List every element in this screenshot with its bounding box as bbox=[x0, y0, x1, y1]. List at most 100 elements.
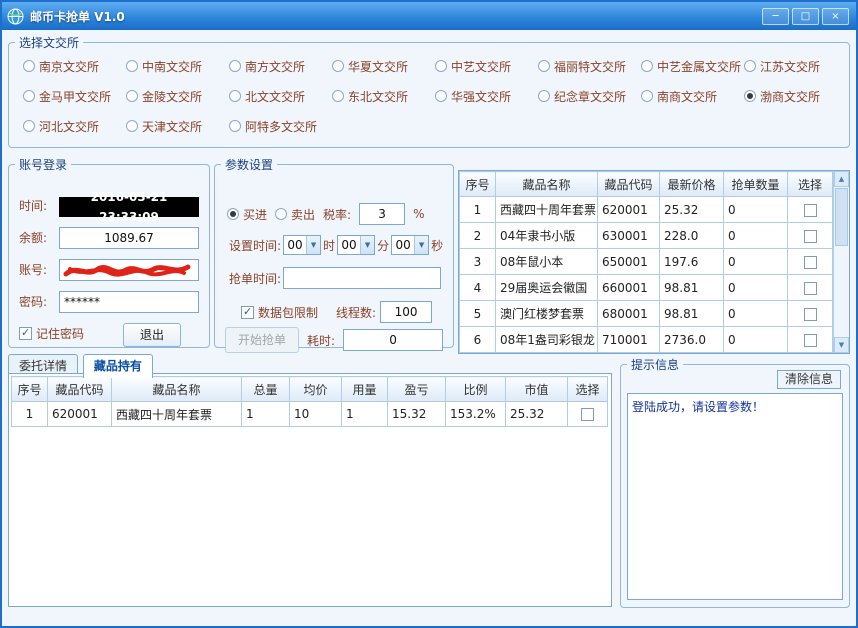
select-checkbox[interactable] bbox=[804, 256, 817, 269]
exchange-option-18[interactable]: 天津文交所 bbox=[126, 111, 229, 141]
product-row[interactable]: 608年1盎司彩银龙7100012736.00 bbox=[460, 327, 833, 353]
exchange-option-8[interactable]: 江苏文交所 bbox=[744, 51, 847, 81]
col-seq[interactable]: 序号 bbox=[460, 172, 496, 197]
product-row[interactable]: 5澳门红楼梦套票68000198.810 bbox=[460, 301, 833, 327]
title-bar[interactable]: 邮币卡抢单 V1.0 ─ □ × bbox=[2, 2, 856, 30]
dropdown-arrow-icon bbox=[360, 236, 374, 254]
scroll-thumb[interactable] bbox=[835, 188, 848, 246]
cell: 660001 bbox=[598, 275, 660, 301]
second-select[interactable]: 00 bbox=[391, 235, 429, 255]
exchange-option-16[interactable]: 渤商文交所 bbox=[744, 81, 847, 111]
buy-label: 买进 bbox=[243, 206, 267, 223]
minimize-button[interactable]: ─ bbox=[762, 8, 789, 25]
col-product-code[interactable]: 藏品代码 bbox=[598, 172, 660, 197]
second-value: 00 bbox=[392, 236, 414, 254]
percent-sign: % bbox=[413, 207, 424, 221]
col-used[interactable]: 用量 bbox=[342, 377, 388, 402]
col-seq[interactable]: 序号 bbox=[12, 377, 48, 402]
sell-radio[interactable]: 卖出 bbox=[275, 199, 315, 229]
buy-radio[interactable]: 买进 bbox=[227, 199, 267, 229]
exchange-option-13[interactable]: 华强文交所 bbox=[435, 81, 538, 111]
account-field[interactable] bbox=[59, 259, 199, 281]
exchange-option-1[interactable]: 南京文交所 bbox=[23, 51, 126, 81]
exchange-option-label: 阿特多文交所 bbox=[245, 118, 317, 135]
col-code[interactable]: 藏品代码 bbox=[48, 377, 112, 402]
clear-info-button[interactable]: 清除信息 bbox=[777, 370, 841, 389]
cell bbox=[788, 327, 833, 353]
exchange-option-3[interactable]: 南方文交所 bbox=[229, 51, 332, 81]
col-total[interactable]: 总量 bbox=[242, 377, 290, 402]
exchange-option-6[interactable]: 福丽特文交所 bbox=[538, 51, 641, 81]
password-field[interactable]: ****** bbox=[59, 291, 199, 313]
params-group-title: 参数设置 bbox=[221, 156, 277, 173]
threads-field[interactable]: 100 bbox=[380, 301, 432, 323]
col-select[interactable]: 选择 bbox=[568, 377, 608, 402]
exchange-option-10[interactable]: 金陵文交所 bbox=[126, 81, 229, 111]
remember-password-checkbox[interactable]: 记住密码 bbox=[19, 325, 84, 342]
product-row[interactable]: 204年隶书小版630001228.00 bbox=[460, 223, 833, 249]
maximize-button[interactable]: □ bbox=[792, 8, 819, 25]
product-row[interactable]: 308年鼠小本650001197.60 bbox=[460, 249, 833, 275]
info-group-title: 提示信息 bbox=[627, 356, 683, 373]
cell: 620001 bbox=[598, 197, 660, 223]
col-grab-qty[interactable]: 抢单数量 bbox=[724, 172, 788, 197]
exchange-option-19[interactable]: 阿特多文交所 bbox=[229, 111, 332, 141]
products-table: 序号 藏品名称 藏品代码 最新价格 抢单数量 选择 1西藏四十周年套票62000… bbox=[458, 170, 850, 354]
holding-row[interactable]: 1620001西藏四十周年套票110115.32153.2%25.32 bbox=[12, 402, 608, 427]
col-avg-price[interactable]: 均价 bbox=[290, 377, 342, 402]
cell: 153.2% bbox=[446, 402, 506, 427]
exchange-option-14[interactable]: 纪念章文交所 bbox=[538, 81, 641, 111]
grab-time-field[interactable] bbox=[283, 267, 441, 289]
threads-label: 线程数: bbox=[336, 304, 376, 321]
radio-icon bbox=[229, 90, 241, 102]
close-button[interactable]: × bbox=[822, 8, 849, 25]
packet-limit-checkbox[interactable]: 数据包限制 bbox=[241, 304, 318, 321]
col-select[interactable]: 选择 bbox=[788, 172, 833, 197]
cell: 10 bbox=[290, 402, 342, 427]
minute-select[interactable]: 00 bbox=[337, 235, 375, 255]
exit-button[interactable]: 退出 bbox=[123, 323, 181, 347]
start-grab-button[interactable]: 开始抢单 bbox=[225, 327, 299, 353]
elapsed-field[interactable]: 0 bbox=[343, 329, 443, 351]
exchange-option-label: 华强文交所 bbox=[451, 88, 511, 105]
exchange-option-12[interactable]: 东北文交所 bbox=[332, 81, 435, 111]
col-pnl[interactable]: 盈亏 bbox=[388, 377, 446, 402]
select-checkbox[interactable] bbox=[804, 204, 817, 217]
select-checkbox[interactable] bbox=[804, 230, 817, 243]
cell: 0 bbox=[724, 197, 788, 223]
dropdown-arrow-icon bbox=[306, 236, 320, 254]
col-product-name[interactable]: 藏品名称 bbox=[496, 172, 598, 197]
exchange-option-5[interactable]: 中艺文交所 bbox=[435, 51, 538, 81]
tab-holdings[interactable]: 藏品持有 bbox=[83, 354, 153, 378]
select-checkbox[interactable] bbox=[581, 408, 594, 421]
hour-select[interactable]: 00 bbox=[283, 235, 321, 255]
exchange-option-4[interactable]: 华夏文交所 bbox=[332, 51, 435, 81]
col-name[interactable]: 藏品名称 bbox=[112, 377, 242, 402]
exchange-option-15[interactable]: 南商文交所 bbox=[641, 81, 744, 111]
scroll-track[interactable] bbox=[834, 187, 849, 337]
holdings-header-row: 序号 藏品代码 藏品名称 总量 均价 用量 盈亏 比例 市值 选择 bbox=[12, 377, 608, 402]
select-checkbox[interactable] bbox=[804, 334, 817, 347]
tax-rate-field[interactable]: 3 bbox=[359, 203, 405, 225]
exchange-option-label: 河北文交所 bbox=[39, 118, 99, 135]
products-scrollbar[interactable] bbox=[833, 171, 849, 353]
radio-icon bbox=[332, 90, 344, 102]
cell: 0 bbox=[724, 223, 788, 249]
product-row[interactable]: 1西藏四十周年套票62000125.320 bbox=[460, 197, 833, 223]
balance-field[interactable]: 1089.67 bbox=[59, 227, 199, 249]
exchange-option-7[interactable]: 中艺金属文交所 bbox=[641, 51, 744, 81]
cell: 澳门红楼梦套票 bbox=[496, 301, 598, 327]
select-checkbox[interactable] bbox=[804, 282, 817, 295]
redaction-scribble bbox=[62, 261, 194, 279]
col-ratio[interactable]: 比例 bbox=[446, 377, 506, 402]
exchange-option-9[interactable]: 金马甲文交所 bbox=[23, 81, 126, 111]
exchange-option-17[interactable]: 河北文交所 bbox=[23, 111, 126, 141]
exchange-option-11[interactable]: 北文文交所 bbox=[229, 81, 332, 111]
scroll-up-icon[interactable] bbox=[834, 171, 849, 187]
select-checkbox[interactable] bbox=[804, 308, 817, 321]
product-row[interactable]: 429届奥运会徽国66000198.810 bbox=[460, 275, 833, 301]
scroll-down-icon[interactable] bbox=[834, 337, 849, 353]
exchange-option-2[interactable]: 中南文交所 bbox=[126, 51, 229, 81]
col-market-value[interactable]: 市值 bbox=[506, 377, 568, 402]
col-latest-price[interactable]: 最新价格 bbox=[660, 172, 724, 197]
